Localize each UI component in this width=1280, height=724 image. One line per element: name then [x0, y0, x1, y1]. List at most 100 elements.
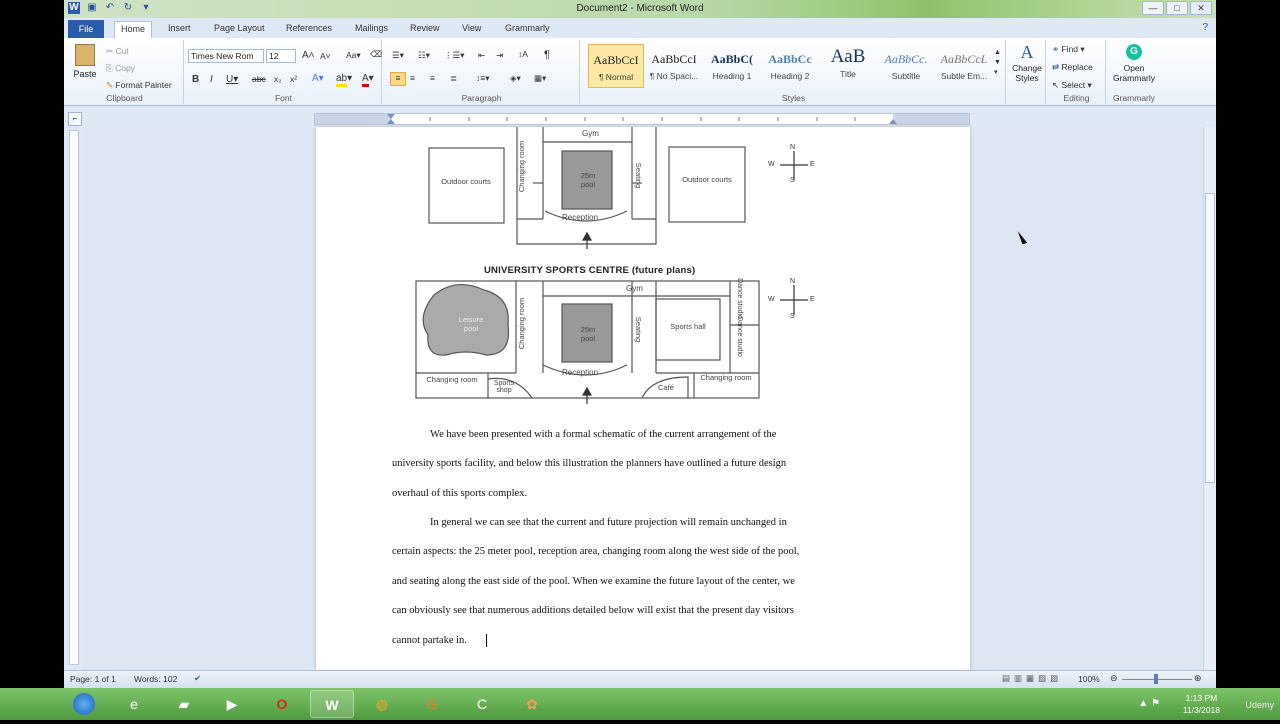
zoom-slider[interactable]: ⊖ ⊕ — [1110, 673, 1202, 684]
sort-icon[interactable]: ↕A — [518, 49, 528, 59]
style-subtle-emphasis[interactable]: AaBbCcL Subtle Em... — [936, 44, 992, 88]
font-size-combo[interactable]: 12 — [266, 49, 296, 63]
tab-view[interactable]: View — [456, 21, 487, 38]
scrollbar-thumb[interactable] — [1205, 193, 1215, 483]
tab-insert[interactable]: Insert — [162, 21, 197, 38]
copy-icon: ⎘ — [106, 63, 116, 73]
change-case-icon[interactable]: Aa▾ — [346, 50, 361, 61]
app-icon-orange[interactable]: ◍ — [360, 690, 404, 718]
clear-formatting-icon[interactable]: ⌫ — [370, 49, 382, 60]
maximize-button[interactable]: □ — [1166, 1, 1188, 15]
styles-scroll-icon[interactable]: ▲ ▼ ▾ — [994, 48, 1001, 78]
style-no-spacing[interactable]: AaBbCcI ¶ No Spaci... — [646, 44, 702, 88]
multilevel-list-icon[interactable]: ⋮☰▾ — [444, 50, 464, 61]
app-icon-flower[interactable]: ✿ — [510, 690, 554, 718]
zoom-thumb[interactable] — [1154, 674, 1158, 684]
align-right-icon[interactable]: ≡ — [430, 73, 435, 83]
align-left-icon[interactable]: ≡ — [390, 72, 406, 86]
style-title[interactable]: AaB Title — [820, 44, 876, 88]
tab-references[interactable]: References — [280, 21, 338, 38]
app-icon-g[interactable]: G — [410, 690, 454, 718]
borders-icon[interactable]: ▦▾ — [534, 73, 546, 84]
opera-icon[interactable]: O — [260, 690, 304, 718]
select-label: Select — [1061, 80, 1086, 90]
justify-icon[interactable]: ≣ — [450, 73, 457, 84]
proofing-icon[interactable]: ✔ — [194, 673, 201, 684]
tab-grammarly[interactable]: Grammarly — [499, 21, 556, 38]
tray-icons[interactable]: ▲ ⚑ — [1138, 698, 1160, 709]
outdoor-courts-left-label: Outdoor courts — [441, 177, 491, 186]
align-center-icon[interactable]: ≡ — [410, 73, 415, 83]
highlight-icon[interactable]: ab▾ — [336, 73, 352, 87]
minimize-button[interactable]: — — [1142, 1, 1164, 15]
style-heading-1[interactable]: AaBbC( Heading 1 — [704, 44, 760, 88]
grow-font-icon[interactable]: A˄ — [302, 50, 315, 61]
compass-south-bottom: S — [790, 313, 795, 320]
tab-review[interactable]: Review — [404, 21, 446, 38]
clock-time: 1:13 PM — [1185, 693, 1218, 703]
font-color-icon[interactable]: A▾ — [362, 73, 374, 87]
line-spacing-icon[interactable]: ↕≡▾ — [476, 73, 489, 84]
shrink-font-icon[interactable]: A˅ — [320, 51, 331, 61]
dance-studio-2-label: Dance studio — [735, 316, 743, 357]
strikethrough-icon[interactable]: abc — [252, 74, 266, 84]
diagram-title: UNIVERSITY SPORTS CENTRE (future plans) — [484, 265, 696, 276]
italic-icon[interactable]: I — [210, 74, 213, 85]
bullets-icon[interactable]: ☰▾ — [392, 50, 404, 61]
paste-label: Paste — [73, 69, 97, 79]
style-subtitle[interactable]: AaBbCc. Subtitle — [878, 44, 934, 88]
start-button[interactable] — [66, 690, 102, 718]
underline-icon[interactable]: U▾ — [226, 74, 238, 85]
media-player-icon[interactable]: ▶ — [210, 690, 254, 718]
tab-page-layout[interactable]: Page Layout — [208, 21, 271, 38]
tab-file[interactable]: File — [68, 20, 104, 38]
zoom-in-icon[interactable]: ⊕ — [1194, 673, 1202, 684]
zoom-level[interactable]: 100% — [1078, 674, 1100, 684]
change-styles-button[interactable]: A Change Styles — [1008, 42, 1046, 83]
word-count[interactable]: Words: 102 — [134, 674, 177, 684]
font-group-label: Font — [274, 93, 292, 103]
document-page[interactable]: Gym Changing room 25m pool Seating Recep… — [316, 127, 970, 670]
numbering-icon[interactable]: ☷▾ — [418, 50, 430, 61]
close-button[interactable]: ✕ — [1190, 1, 1212, 15]
internet-explorer-icon[interactable]: e — [112, 690, 156, 718]
tab-selector-button[interactable]: ⌐ — [68, 112, 82, 126]
open-grammarly-button[interactable]: G Open Grammarly — [1108, 44, 1160, 83]
copy-button[interactable]: ⎘ Copy — [106, 63, 135, 74]
vertical-scrollbar[interactable] — [1203, 127, 1216, 670]
font-name-combo[interactable]: Times New Rom — [188, 49, 264, 63]
taskbar-clock[interactable]: 1:13 PM 11/3/2018 — [1183, 692, 1220, 716]
taskbar: e ▰ ▶ O W ◍ G C ✿ ▲ ⚑ 1:13 PM 11/3/2018 … — [0, 688, 1280, 720]
shading-icon[interactable]: ◈▾ — [510, 73, 521, 84]
superscript-icon[interactable]: x² — [290, 74, 297, 84]
bold-icon[interactable]: B — [192, 74, 199, 85]
decrease-indent-icon[interactable]: ⇤ — [478, 50, 485, 61]
cafe-label: Café — [658, 383, 674, 392]
paragraph-line: In general we can see that the current a… — [430, 517, 787, 528]
show-formatting-icon[interactable]: ¶ — [544, 49, 550, 61]
find-button[interactable]: ⚭ Find ▾ — [1052, 44, 1085, 55]
subscript-icon[interactable]: x₂ — [274, 74, 282, 84]
file-explorer-icon[interactable]: ▰ — [162, 690, 206, 718]
page-count[interactable]: Page: 1 of 1 — [70, 674, 116, 684]
view-buttons[interactable]: ▤▥▦▧▨ — [1002, 673, 1062, 684]
help-icon[interactable]: ? — [1202, 22, 1208, 33]
select-button[interactable]: ↖ Select ▾ — [1052, 80, 1092, 91]
vertical-ruler[interactable] — [69, 130, 79, 665]
ribbon: Paste ✂ Cut ⎘ Copy ✎ Format Painter Clip… — [64, 38, 1216, 106]
camtasia-icon[interactable]: C — [460, 690, 504, 718]
gym-label-current: Gym — [582, 129, 599, 138]
format-painter-button[interactable]: ✎ Format Painter — [106, 80, 172, 91]
word-taskbar-icon[interactable]: W — [310, 690, 354, 718]
paste-button[interactable]: Paste — [70, 44, 100, 86]
horizontal-ruler[interactable] — [314, 113, 970, 125]
zoom-out-icon[interactable]: ⊖ — [1110, 673, 1118, 684]
increase-indent-icon[interactable]: ⇥ — [496, 50, 503, 61]
text-effects-icon[interactable]: A▾ — [312, 73, 324, 84]
style-heading-2[interactable]: AaBbCc Heading 2 — [762, 44, 818, 88]
replace-button[interactable]: ⇄ Replace — [1052, 62, 1093, 73]
tab-home[interactable]: Home — [114, 21, 153, 38]
style-normal[interactable]: AaBbCcI ¶ Normal — [588, 44, 644, 88]
cut-button[interactable]: ✂ Cut — [106, 46, 129, 57]
tab-mailings[interactable]: Mailings — [349, 21, 394, 38]
